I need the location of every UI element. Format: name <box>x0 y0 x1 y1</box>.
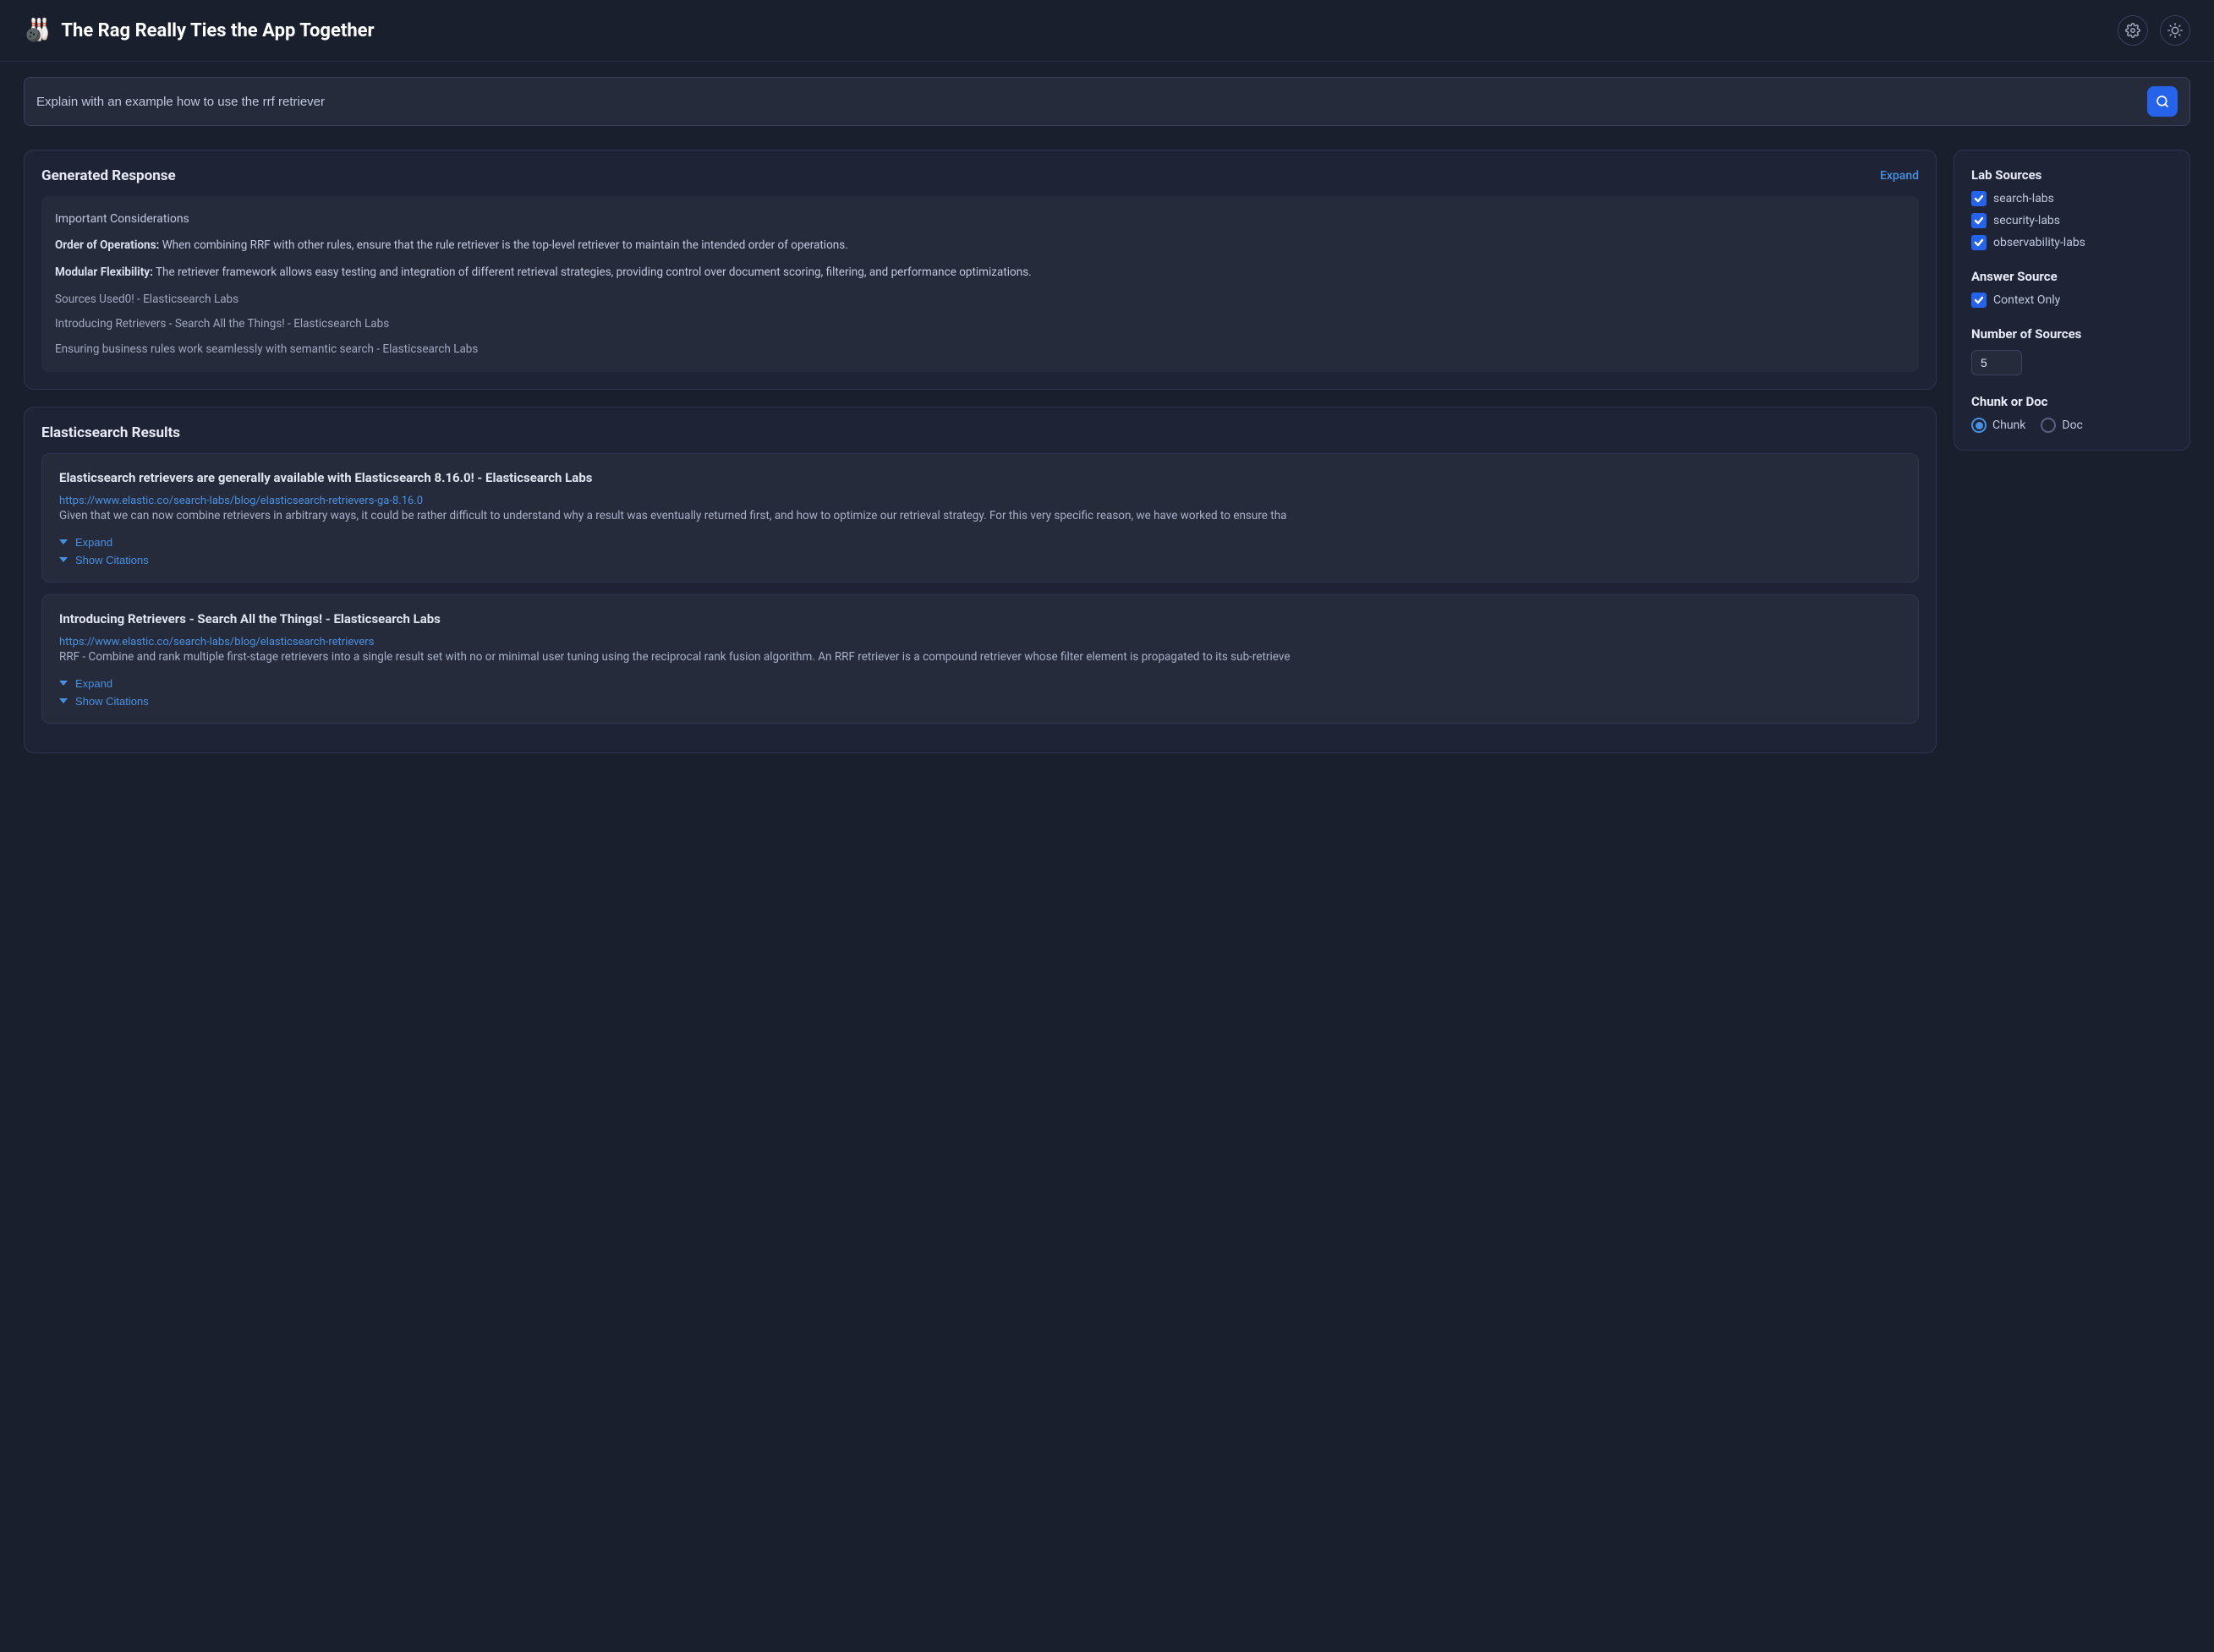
checkbox-security-labs-box <box>1971 213 1987 228</box>
checkmark-icon-3 <box>1974 238 1984 248</box>
show-citations-1-label: Show Citations <box>75 554 149 566</box>
response-bold-1: Order of Operations: <box>55 238 159 252</box>
expand-button[interactable]: Expand <box>1880 169 1919 183</box>
header-left: 🎳 The Rag Really Ties the App Together <box>24 18 375 43</box>
result-text-1: Given that we can now combine retrievers… <box>59 507 1901 526</box>
radio-chunk-label: Chunk <box>1992 418 2025 432</box>
response-section-heading: Important Considerations <box>55 210 1905 228</box>
result-actions-2: Expand Show Citations <box>59 677 1901 708</box>
expand-result-1-label: Expand <box>75 536 112 549</box>
show-citations-1-button[interactable]: Show Citations <box>59 554 1901 566</box>
radio-doc[interactable]: Doc <box>2041 418 2083 433</box>
search-button[interactable] <box>2147 86 2178 117</box>
show-citations-2-button[interactable]: Show Citations <box>59 695 1901 708</box>
elasticsearch-results-card: Elasticsearch Results Elasticsearch retr… <box>24 407 1937 752</box>
generated-response-title: Generated Response <box>41 167 176 184</box>
radio-chunk[interactable]: Chunk <box>1971 418 2025 433</box>
gear-icon <box>2125 23 2140 38</box>
app-emoji: 🎳 <box>24 18 51 43</box>
checkbox-search-labs-label: search-labs <box>1993 192 2054 205</box>
left-panel: Generated Response Expand Important Cons… <box>24 150 1937 753</box>
sun-icon <box>2167 23 2183 38</box>
radio-chunk-inner <box>1976 422 1983 429</box>
app-title: The Rag Really Ties the App Together <box>61 20 374 41</box>
response-source-1: Introducing Retrievers - Search All the … <box>55 315 1905 334</box>
checkbox-security-labs[interactable]: security-labs <box>1971 213 2173 228</box>
response-source-0: Sources Used0! - Elasticsearch Labs <box>55 291 1905 309</box>
answer-source-title: Answer Source <box>1971 269 2173 284</box>
result-url-2[interactable]: https://www.elastic.co/search-labs/blog/… <box>59 636 374 648</box>
results-title: Elasticsearch Results <box>41 424 180 441</box>
chunk-or-doc-section: Chunk or Doc Chunk Doc <box>1971 394 2173 433</box>
search-icon <box>2156 95 2169 108</box>
radio-doc-label: Doc <box>2062 418 2083 432</box>
right-panel: Lab Sources search-labs s <box>1954 150 2190 753</box>
result-url-1[interactable]: https://www.elastic.co/search-labs/blog/… <box>59 495 423 507</box>
chevron-down-icon <box>59 539 68 544</box>
lab-sources-section: Lab Sources search-labs s <box>1971 167 2173 250</box>
generated-response-card: Generated Response Expand Important Cons… <box>24 150 1937 390</box>
checkbox-observability-labs[interactable]: observability-labs <box>1971 235 2173 250</box>
result-card-2: Introducing Retrievers - Search All the … <box>41 594 1919 724</box>
app-header: 🎳 The Rag Really Ties the App Together <box>0 0 2214 62</box>
response-para-1: Order of Operations: When combining RRF … <box>55 237 1905 255</box>
response-text-2: The retriever framework allows easy test… <box>153 265 1032 279</box>
chevron-down-icon-2 <box>59 557 68 562</box>
chevron-down-icon-4 <box>59 698 68 703</box>
radio-chunk-outer <box>1971 418 1987 433</box>
result-card-1: Elasticsearch retrievers are generally a… <box>41 453 1919 583</box>
chunk-or-doc-title: Chunk or Doc <box>1971 394 2173 409</box>
search-input[interactable] <box>36 95 2139 109</box>
response-box: Important Considerations Order of Operat… <box>41 196 1919 372</box>
expand-result-1-button[interactable]: Expand <box>59 536 1901 549</box>
main-content: Generated Response Expand Important Cons… <box>0 141 2214 777</box>
answer-source-section: Answer Source Context Only <box>1971 269 2173 308</box>
number-of-sources-title: Number of Sources <box>1971 326 2173 342</box>
search-bar <box>24 77 2190 126</box>
checkbox-observability-labs-label: observability-labs <box>1993 236 2085 249</box>
number-of-sources-section: Number of Sources <box>1971 326 2173 375</box>
result-actions-1: Expand Show Citations <box>59 536 1901 566</box>
checkbox-search-labs-box <box>1971 191 1987 206</box>
response-text-1: When combining RRF with other rules, ens… <box>159 238 847 252</box>
result-text-2: RRF - Combine and rank multiple first-st… <box>59 648 1901 667</box>
radio-doc-outer <box>2041 418 2056 433</box>
response-source-2: Ensuring business rules work seamlessly … <box>55 341 1905 359</box>
response-para-2: Modular Flexibility: The retriever frame… <box>55 264 1905 282</box>
checkbox-search-labs[interactable]: search-labs <box>1971 191 2173 206</box>
response-bold-2: Modular Flexibility: <box>55 265 153 279</box>
settings-button[interactable] <box>2118 15 2148 46</box>
theme-toggle-button[interactable] <box>2160 15 2190 46</box>
number-of-sources-input[interactable] <box>1971 350 2022 375</box>
checkbox-context-only-label: Context Only <box>1993 293 2060 307</box>
search-container <box>0 62 2214 141</box>
checkbox-security-labs-label: security-labs <box>1993 214 2060 227</box>
expand-result-2-button[interactable]: Expand <box>59 677 1901 690</box>
checkmark-icon <box>1974 194 1984 204</box>
sidebar-card: Lab Sources search-labs s <box>1954 150 2190 451</box>
header-icons <box>2118 15 2190 46</box>
lab-sources-title: Lab Sources <box>1971 167 2173 183</box>
result-title-2: Introducing Retrievers - Search All the … <box>59 610 1901 628</box>
chevron-down-icon-3 <box>59 681 68 686</box>
results-header: Elasticsearch Results <box>41 424 1919 441</box>
checkmark-icon-2 <box>1974 216 1984 226</box>
result-title-1: Elasticsearch retrievers are generally a… <box>59 469 1901 487</box>
checkbox-context-only[interactable]: Context Only <box>1971 293 2173 308</box>
checkbox-observability-labs-box <box>1971 235 1987 250</box>
checkbox-context-only-box <box>1971 293 1987 308</box>
chunk-or-doc-radio-group: Chunk Doc <box>1971 418 2173 433</box>
show-citations-2-label: Show Citations <box>75 695 149 708</box>
expand-result-2-label: Expand <box>75 677 112 690</box>
checkmark-icon-4 <box>1974 295 1984 305</box>
card-header: Generated Response Expand <box>41 167 1919 184</box>
